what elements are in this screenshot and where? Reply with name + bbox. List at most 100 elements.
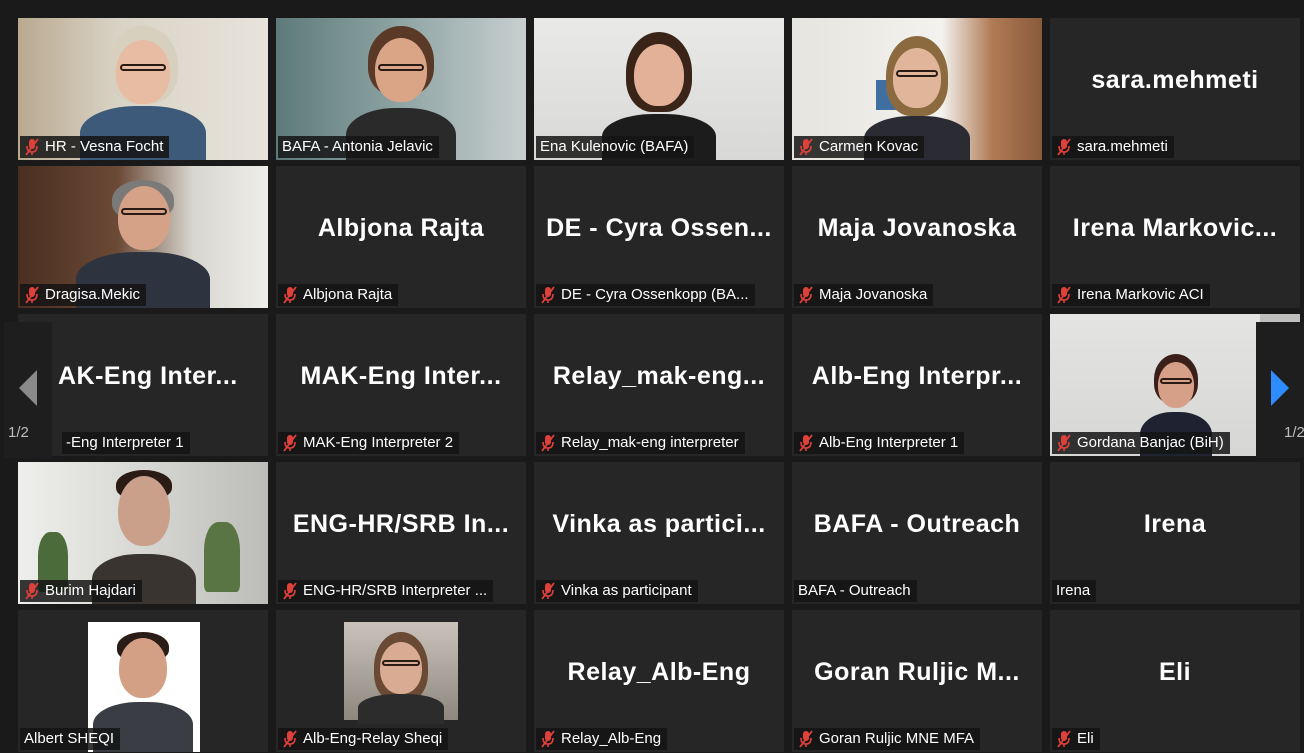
muted-mic-icon xyxy=(24,582,40,600)
participant-name: Relay_mak-eng interpreter xyxy=(561,434,739,451)
participant-name-label: BAFA - Antonia Jelavic xyxy=(278,136,439,158)
participant-name-label: Albjona Rajta xyxy=(278,284,399,306)
participant-name: BAFA - Outreach xyxy=(798,582,911,599)
participant-name-label: Irena xyxy=(1052,580,1097,602)
participant-name-label: ENG-HR/SRB Interpreter ... xyxy=(278,580,494,602)
muted-mic-icon xyxy=(1056,730,1072,748)
participant-name-label: Irena Markovic ACI xyxy=(1052,284,1210,306)
participant-name-label: Carmen Kovac xyxy=(794,136,925,158)
participant-display-name: AK-Eng Inter... xyxy=(58,361,238,390)
muted-mic-icon xyxy=(798,434,814,452)
participant-tile[interactable]: Relay_Alb-Eng Relay_Alb-Eng xyxy=(534,610,784,752)
participant-display-name: BAFA - Outreach xyxy=(813,509,1021,538)
participant-tile[interactable]: Burim Hajdari xyxy=(18,462,268,604)
muted-mic-icon xyxy=(1056,434,1072,452)
participant-name-label: Eli xyxy=(1052,728,1100,750)
participant-name: Relay_Alb-Eng xyxy=(561,730,662,747)
participant-tile[interactable]: Vinka as partici... Vinka as participant xyxy=(534,462,784,604)
participant-tile[interactable]: HR - Vesna Focht xyxy=(18,18,268,160)
participant-name: BAFA - Antonia Jelavic xyxy=(282,138,433,155)
participant-name: sara.mehmeti xyxy=(1077,138,1168,155)
muted-mic-icon xyxy=(540,286,556,304)
participant-name: Alb-Eng-Relay Sheqi xyxy=(303,730,443,747)
participant-tile[interactable]: Albert SHEQI xyxy=(18,610,268,752)
participant-tile[interactable]: ENG-HR/SRB In... ENG-HR/SRB Interpreter … xyxy=(276,462,526,604)
muted-mic-icon xyxy=(540,730,556,748)
muted-mic-icon xyxy=(540,434,556,452)
participant-display-name: Eli xyxy=(1158,657,1192,686)
participant-name: Albjona Rajta xyxy=(303,286,393,303)
chevron-right-icon xyxy=(1269,368,1291,413)
muted-mic-icon xyxy=(282,434,298,452)
participant-name: Burim Hajdari xyxy=(45,582,136,599)
participant-tile[interactable]: DE - Cyra Ossen... DE - Cyra Ossenkopp (… xyxy=(534,166,784,308)
participant-display-name: Irena xyxy=(1143,509,1207,538)
participant-tile[interactable]: BAFA - Outreach BAFA - Outreach xyxy=(792,462,1042,604)
participant-tile[interactable]: Albjona Rajta Albjona Rajta xyxy=(276,166,526,308)
participant-name-label: DE - Cyra Ossenkopp (BA... xyxy=(536,284,755,306)
participant-name-label: Relay_mak-eng interpreter xyxy=(536,432,745,454)
participant-tile-active-speaker[interactable]: BAFA - Antonia Jelavic xyxy=(276,18,526,160)
participant-name: Maja Jovanoska xyxy=(819,286,928,303)
participant-name: Irena xyxy=(1056,582,1091,599)
participant-name: MAK-Eng Interpreter 2 xyxy=(303,434,454,451)
muted-mic-icon xyxy=(1056,286,1072,304)
participant-tile[interactable]: AK-Eng Inter... -Eng Interpreter 1 xyxy=(18,314,268,456)
participant-name: Gordana Banjac (BiH) xyxy=(1077,434,1224,451)
participant-tile[interactable]: MAK-Eng Inter... MAK-Eng Interpreter 2 xyxy=(276,314,526,456)
participant-tile[interactable]: Ena Kulenovic (BAFA) xyxy=(534,18,784,160)
muted-mic-icon xyxy=(282,582,298,600)
participant-display-name: Goran Ruljic M... xyxy=(814,657,1020,686)
muted-mic-icon xyxy=(1056,138,1072,156)
participant-display-name: Alb-Eng Interpr... xyxy=(811,361,1023,390)
participant-name-label: sara.mehmeti xyxy=(1052,136,1174,158)
participant-name: HR - Vesna Focht xyxy=(45,138,164,155)
participant-tile[interactable]: Relay_mak-eng... Relay_mak-eng interpret… xyxy=(534,314,784,456)
participant-name-label: HR - Vesna Focht xyxy=(20,136,170,158)
participant-tile[interactable]: Dragisa.Mekic xyxy=(18,166,268,308)
chevron-left-icon xyxy=(17,368,39,413)
participant-name-label: Albert SHEQI xyxy=(20,728,121,750)
participant-name-label: Relay_Alb-Eng xyxy=(536,728,668,750)
participant-tile[interactable]: sara.mehmeti sara.mehmeti xyxy=(1050,18,1300,160)
participant-name: ENG-HR/SRB Interpreter ... xyxy=(303,582,488,599)
participant-name: Goran Ruljic MNE MFA xyxy=(819,730,975,747)
muted-mic-icon xyxy=(24,286,40,304)
participant-name-label: MAK-Eng Interpreter 2 xyxy=(278,432,460,454)
participant-name-label: Burim Hajdari xyxy=(20,580,142,602)
participant-name-label: Goran Ruljic MNE MFA xyxy=(794,728,981,750)
muted-mic-icon xyxy=(540,582,556,600)
participant-name-label: Alb-Eng Interpreter 1 xyxy=(794,432,965,454)
page-indicator-right: 1/2 xyxy=(1284,424,1304,441)
participant-name: -Eng Interpreter 1 xyxy=(66,434,184,451)
participant-tile[interactable]: Maja Jovanoska Maja Jovanoska xyxy=(792,166,1042,308)
participant-name-label: BAFA - Outreach xyxy=(794,580,917,602)
muted-mic-icon xyxy=(24,138,40,156)
page-indicator-left: 1/2 xyxy=(8,424,29,441)
video-gallery-grid: HR - Vesna Focht BAFA - Antonia Jelavic xyxy=(18,18,1300,752)
participant-display-name: sara.mehmeti xyxy=(1091,65,1259,94)
participant-tile[interactable]: Carmen Kovac xyxy=(792,18,1042,160)
participant-name-label: Dragisa.Mekic xyxy=(20,284,147,306)
participant-display-name: Irena Markovic... xyxy=(1072,213,1278,242)
muted-mic-icon xyxy=(282,730,298,748)
participant-tile[interactable]: Eli Eli xyxy=(1050,610,1300,752)
participant-name: Vinka as participant xyxy=(561,582,692,599)
participant-display-name: Relay_Alb-Eng xyxy=(567,657,751,686)
participant-tile[interactable]: Irena Irena xyxy=(1050,462,1300,604)
participant-name: DE - Cyra Ossenkopp (BA... xyxy=(561,286,749,303)
participant-name: Irena Markovic ACI xyxy=(1077,286,1204,303)
participant-tile[interactable]: Irena Markovic... Irena Markovic ACI xyxy=(1050,166,1300,308)
participant-display-name: ENG-HR/SRB In... xyxy=(292,509,510,538)
participant-name: Ena Kulenovic (BAFA) xyxy=(540,138,689,155)
participant-name: Eli xyxy=(1077,730,1094,747)
participant-tile[interactable]: Alb-Eng-Relay Sheqi xyxy=(276,610,526,752)
muted-mic-icon xyxy=(798,138,814,156)
participant-tile[interactable]: Goran Ruljic M... Goran Ruljic MNE MFA xyxy=(792,610,1042,752)
participant-name: Carmen Kovac xyxy=(819,138,919,155)
participant-name-label: -Eng Interpreter 1 xyxy=(62,432,190,454)
participant-tile[interactable]: Alb-Eng Interpr... Alb-Eng Interpreter 1 xyxy=(792,314,1042,456)
participant-display-name: Albjona Rajta xyxy=(317,213,485,242)
muted-mic-icon xyxy=(798,286,814,304)
participant-name-label: Gordana Banjac (BiH) xyxy=(1052,432,1230,454)
